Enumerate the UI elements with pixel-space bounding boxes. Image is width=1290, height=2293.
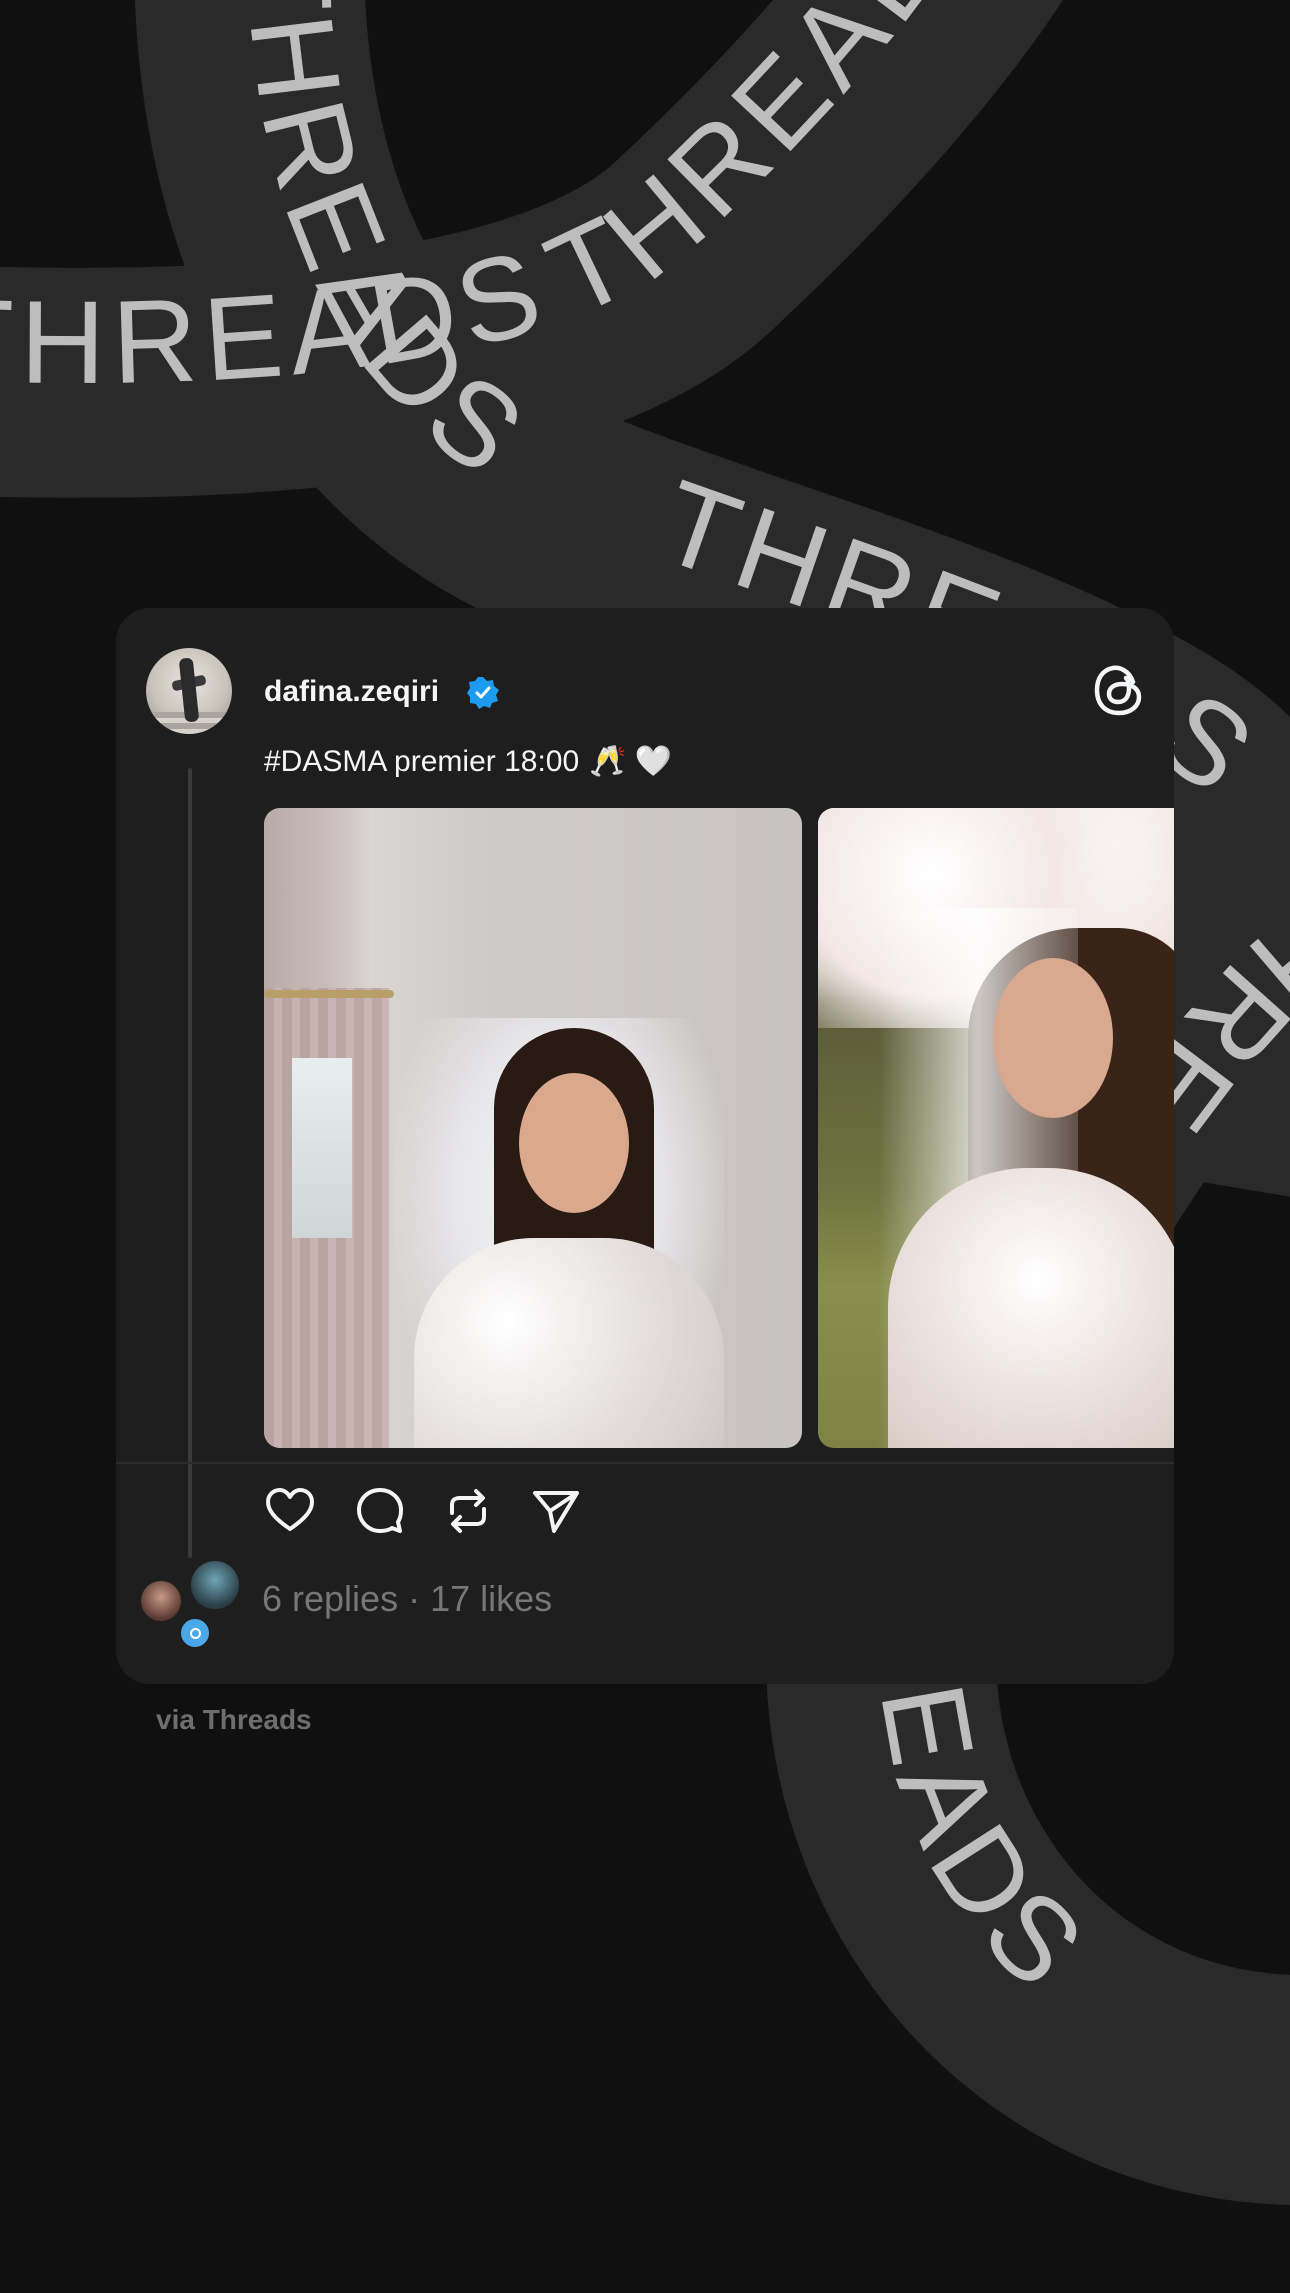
- post-image-2[interactable]: [818, 808, 1174, 1448]
- threads-mini-icon: [178, 1616, 212, 1650]
- author-avatar[interactable]: [146, 648, 232, 734]
- post-caption: #DASMA premier 18:00 🥂 🤍: [264, 744, 672, 779]
- divider: [116, 1462, 1174, 1464]
- replier-avatar-1: [138, 1578, 184, 1624]
- like-button[interactable]: [264, 1485, 316, 1537]
- thread-line: [188, 768, 192, 1558]
- heart-icon: [266, 1488, 314, 1531]
- post-image-1[interactable]: [264, 808, 802, 1448]
- repost-button[interactable]: [442, 1485, 494, 1537]
- post-stats[interactable]: 6 replies · 17 likes: [262, 1578, 552, 1620]
- comment-icon: [357, 1488, 403, 1533]
- via-threads-label: via Threads: [156, 1704, 312, 1735]
- replier-avatar-2: [188, 1558, 242, 1612]
- reply-button[interactable]: [354, 1485, 406, 1537]
- author-username[interactable]: dafina.zeqiri: [264, 675, 439, 709]
- caption-emoji: 🥂 🤍: [589, 745, 673, 778]
- replier-avatars: [138, 1558, 242, 1658]
- send-icon: [533, 1491, 579, 1533]
- threads-logo-icon[interactable]: [1089, 660, 1149, 720]
- thread-post-card[interactable]: dafina.zeqiri #DASMA premier 18:00 🥂 🤍 6…: [116, 608, 1174, 1684]
- share-button[interactable]: [530, 1485, 582, 1537]
- repost-icon: [450, 1489, 486, 1533]
- verified-badge-icon: [467, 677, 499, 709]
- caption-text[interactable]: #DASMA premier 18:00: [264, 745, 579, 778]
